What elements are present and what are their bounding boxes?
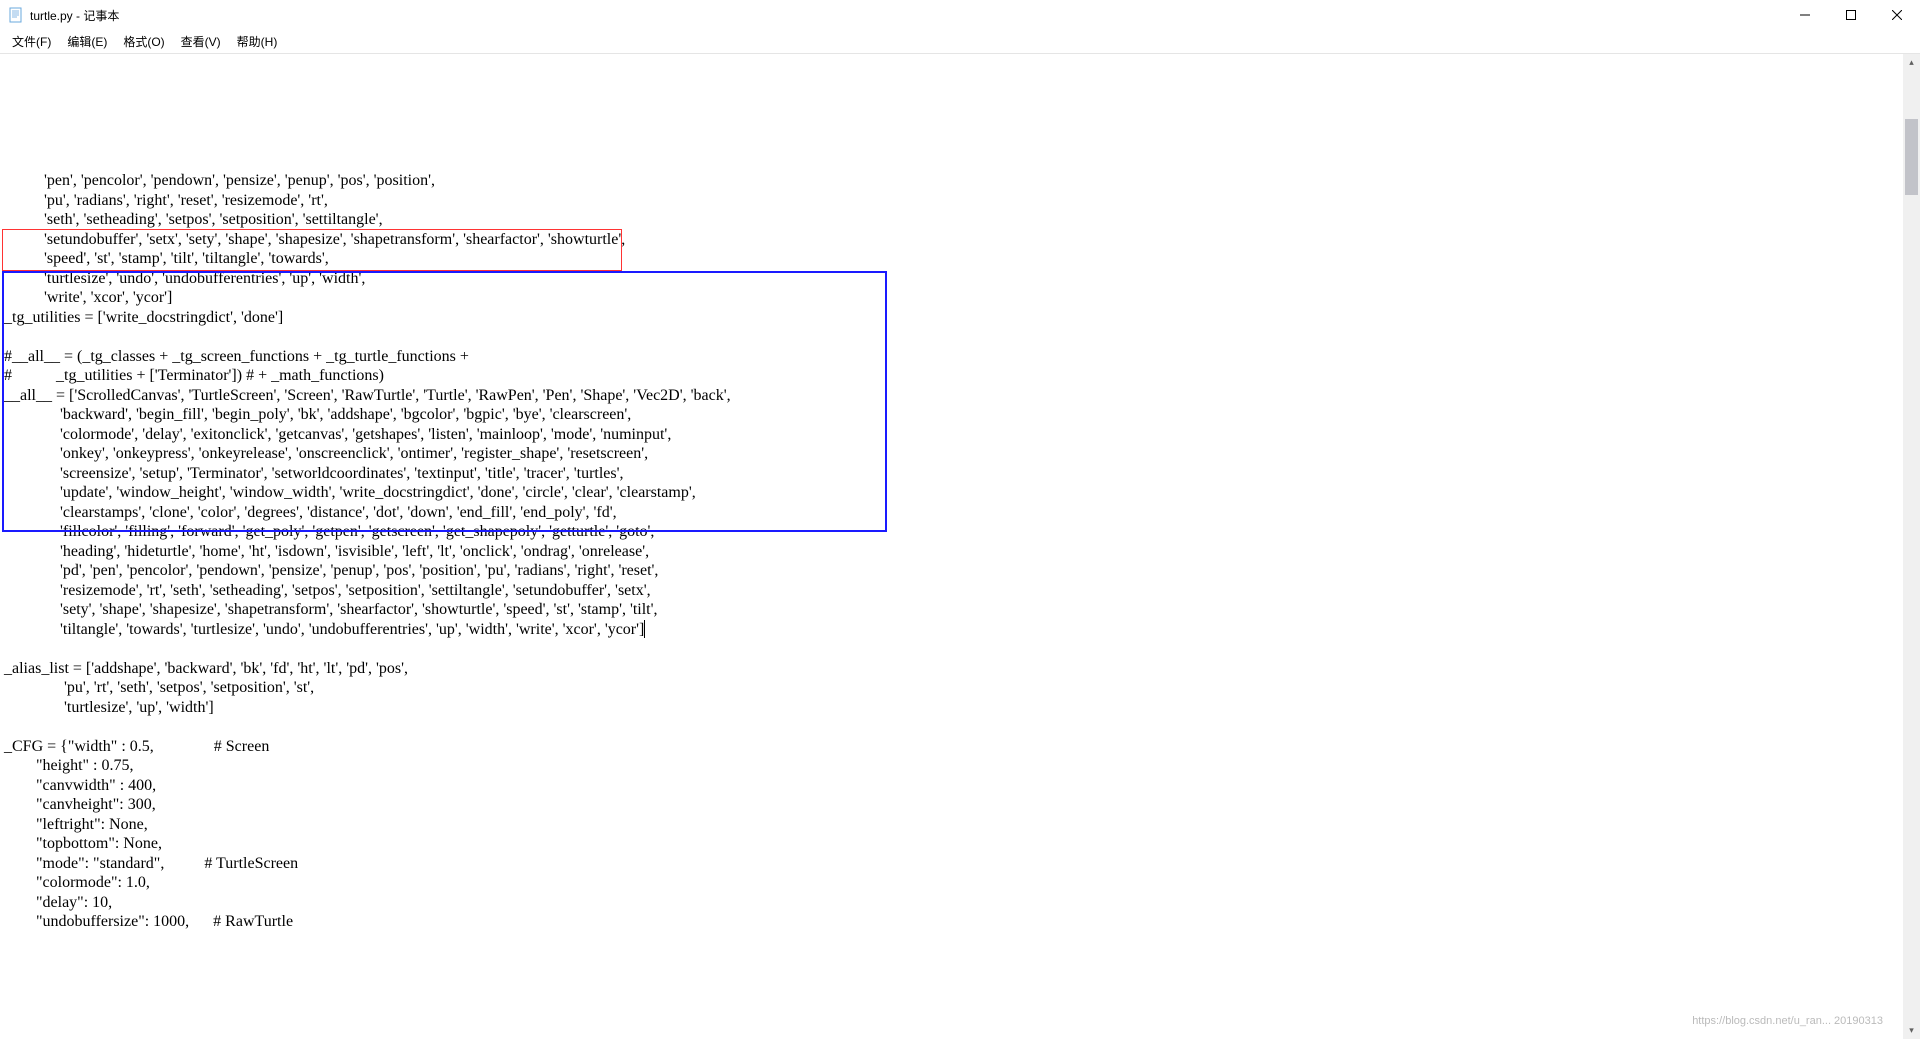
code-line	[4, 327, 1903, 347]
code-line: 'turtlesize', 'up', 'width']	[4, 698, 1903, 718]
menu-file[interactable]: 文件(F)	[4, 31, 59, 52]
code-line: 'clearstamps', 'clone', 'color', 'degree…	[4, 503, 1903, 523]
vertical-scrollbar[interactable]: ▴ ▾	[1903, 54, 1920, 1039]
code-line: 'pu', 'rt', 'seth', 'setpos', 'setpositi…	[4, 678, 1903, 698]
code-line: 'speed', 'st', 'stamp', 'tilt', 'tiltang…	[4, 249, 1903, 269]
code-line: 'pu', 'radians', 'right', 'reset', 'resi…	[4, 191, 1903, 211]
code-line: 'heading', 'hideturtle', 'home', 'ht', '…	[4, 542, 1903, 562]
menu-format[interactable]: 格式(O)	[115, 31, 172, 52]
code-line: 'onkey', 'onkeypress', 'onkeyrelease', '…	[4, 444, 1903, 464]
code-line: 'update', 'window_height', 'window_width…	[4, 483, 1903, 503]
code-line: 'write', 'xcor', 'ycor']	[4, 288, 1903, 308]
code-line: "topbottom": None,	[4, 834, 1903, 854]
minimize-button[interactable]	[1782, 0, 1828, 30]
code-line: "undobuffersize": 1000, # RawTurtle	[4, 912, 1903, 932]
code-line: 'colormode', 'delay', 'exitonclick', 'ge…	[4, 425, 1903, 445]
titlebar[interactable]: turtle.py - 记事本	[0, 0, 1920, 30]
scrollbar-thumb[interactable]	[1905, 119, 1918, 195]
code-line: "mode": "standard", # TurtleScreen	[4, 854, 1903, 874]
code-line: "delay": 10,	[4, 893, 1903, 913]
code-line: _CFG = {"width" : 0.5, # Screen	[4, 737, 1903, 757]
code-line: 'pd', 'pen', 'pencolor', 'pendown', 'pen…	[4, 561, 1903, 581]
code-line: "colormode": 1.0,	[4, 873, 1903, 893]
code-line	[4, 717, 1903, 737]
code-line: "leftright": None,	[4, 815, 1903, 835]
code-line: 'fillcolor', 'filling', 'forward', 'get_…	[4, 522, 1903, 542]
code-line: 'tiltangle', 'towards', 'turtlesize', 'u…	[4, 620, 1903, 640]
code-line: 'sety', 'shape', 'shapesize', 'shapetran…	[4, 600, 1903, 620]
watermark: https://blog.csdn.net/u_ran... 20190313	[1692, 1012, 1883, 1032]
menu-view[interactable]: 查看(V)	[173, 31, 229, 52]
maximize-button[interactable]	[1828, 0, 1874, 30]
code-line: # _tg_utilities + ['Terminator']) # + _m…	[4, 366, 1903, 386]
code-line: "canvwidth" : 400,	[4, 776, 1903, 796]
code-line: "height" : 0.75,	[4, 756, 1903, 776]
code-line: 'screensize', 'setup', 'Terminator', 'se…	[4, 464, 1903, 484]
titlebar-text: turtle.py - 记事本	[30, 7, 1782, 24]
scrollbar-track[interactable]	[1903, 71, 1920, 1022]
scroll-up-arrow[interactable]: ▴	[1903, 54, 1920, 71]
close-button[interactable]	[1874, 0, 1920, 30]
menu-edit[interactable]: 编辑(E)	[59, 31, 115, 52]
code-line: 'seth', 'setheading', 'setpos', 'setposi…	[4, 210, 1903, 230]
code-line	[4, 639, 1903, 659]
scroll-down-arrow[interactable]: ▾	[1903, 1022, 1920, 1039]
menu-help[interactable]: 帮助(H)	[229, 31, 286, 52]
code-line: 'turtlesize', 'undo', 'undobufferentries…	[4, 269, 1903, 289]
menubar: 文件(F) 编辑(E) 格式(O) 查看(V) 帮助(H)	[0, 30, 1920, 54]
code-line: 'setundobuffer', 'setx', 'sety', 'shape'…	[4, 230, 1903, 250]
window-controls	[1782, 0, 1920, 30]
notepad-window: turtle.py - 记事本 文件(F) 编辑(E) 格式(O) 查看(V) …	[0, 0, 1920, 1039]
text-editor[interactable]: https://blog.csdn.net/u_ran... 20190313 …	[0, 54, 1903, 1039]
code-line: 'resizemode', 'rt', 'seth', 'setheading'…	[4, 581, 1903, 601]
notepad-icon	[8, 7, 24, 23]
code-line: 'backward', 'begin_fill', 'begin_poly', …	[4, 405, 1903, 425]
code-line: "canvheight": 300,	[4, 795, 1903, 815]
code-line: 'pen', 'pencolor', 'pendown', 'pensize',…	[4, 171, 1903, 191]
text-cursor	[644, 620, 645, 638]
code-line: #__all__ = (_tg_classes + _tg_screen_fun…	[4, 347, 1903, 367]
code-line: __all__ = ['ScrolledCanvas', 'TurtleScre…	[4, 386, 1903, 406]
code-line: _tg_utilities = ['write_docstringdict', …	[4, 308, 1903, 328]
editor-wrap: https://blog.csdn.net/u_ran... 20190313 …	[0, 54, 1920, 1039]
code-line: _alias_list = ['addshape', 'backward', '…	[4, 659, 1903, 679]
